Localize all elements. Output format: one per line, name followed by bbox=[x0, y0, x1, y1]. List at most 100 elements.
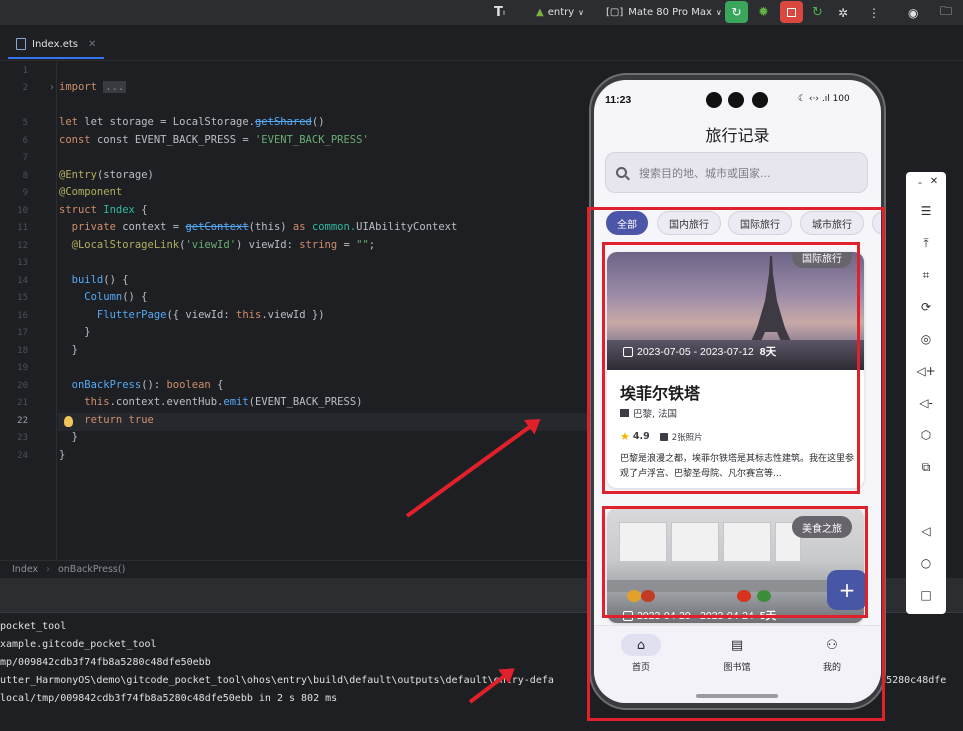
chevron-down-icon: ∨ bbox=[578, 8, 585, 17]
line-number: 18 bbox=[17, 346, 28, 356]
pin-top-icon[interactable]: ⤒ bbox=[906, 236, 946, 251]
line-number: 14 bbox=[17, 276, 28, 286]
code-line: @LocalStorageLink('viewId') viewId: stri… bbox=[59, 239, 376, 251]
breadcrumb-item[interactable]: Index bbox=[12, 564, 38, 575]
stop-icon bbox=[787, 7, 796, 17]
code-line: } bbox=[59, 344, 78, 356]
line-number: 16 bbox=[17, 311, 28, 321]
code-line: const const EVENT_BACK_PRESS = 'EVENT_BA… bbox=[59, 134, 369, 146]
breadcrumb: Index › onBackPress() bbox=[0, 560, 590, 578]
file-icon bbox=[16, 38, 26, 50]
code-line: import ... bbox=[59, 81, 127, 93]
page-title: 旅行记录 bbox=[705, 126, 770, 145]
code-line: this.context.eventHub.emit(EVENT_BACK_PR… bbox=[59, 396, 363, 408]
emulator-toolbar: - ✕ ☰ ⤒ ⌗ ⟳ ◎ ◁+ ◁- ⬡ ⧉ ◁ ○ □ bbox=[906, 172, 946, 614]
location-icon[interactable]: ◎ bbox=[906, 332, 946, 346]
search-icon bbox=[616, 167, 627, 178]
console-line: xample.gitcode_pocket_tool bbox=[0, 639, 157, 650]
stop-button[interactable] bbox=[780, 1, 803, 23]
line-number: 23 bbox=[17, 433, 28, 443]
ide-toolbar: Tı ▲ entry ∨ [▢] Mate 80 Pro Max ∨ ↻ ✹ ↻… bbox=[0, 0, 963, 25]
code-line: struct Index { bbox=[59, 204, 148, 216]
breadcrumb-item[interactable]: onBackPress() bbox=[58, 564, 125, 575]
highlight-box bbox=[602, 242, 860, 494]
line-number: 8 bbox=[22, 171, 28, 181]
line-number: 2 bbox=[22, 83, 28, 93]
line-number: 13 bbox=[17, 258, 28, 268]
tab-label: Index.ets bbox=[32, 38, 78, 50]
folder-icon[interactable]: 🗀 bbox=[940, 3, 952, 22]
code-line: onBackPress(): boolean { bbox=[59, 379, 224, 391]
chevron-down-icon: ∨ bbox=[715, 8, 722, 17]
line-number: 5 bbox=[22, 118, 28, 128]
device-label: Mate 80 Pro Max bbox=[628, 7, 712, 18]
console-line: utter_HarmonyOS\demo\gitcode_pocket_tool… bbox=[0, 675, 554, 686]
line-number: 15 bbox=[17, 293, 28, 303]
multi-screen-icon[interactable]: ⧉ bbox=[906, 460, 946, 475]
highlight-box bbox=[602, 506, 868, 618]
run-button[interactable]: ↻ bbox=[725, 1, 748, 23]
line-number: 17 bbox=[17, 328, 28, 338]
search-input[interactable]: 搜索目的地、城市或国家... bbox=[605, 152, 868, 193]
code-line: } bbox=[59, 431, 78, 443]
volume-down-icon[interactable]: ◁- bbox=[906, 396, 946, 410]
line-number: 9 bbox=[22, 188, 28, 198]
close-icon[interactable]: ✕ bbox=[914, 176, 954, 187]
home-button-icon[interactable]: ○ bbox=[906, 556, 946, 570]
recents-icon[interactable]: □ bbox=[906, 588, 946, 602]
camera-icon bbox=[706, 92, 722, 108]
code-line: } bbox=[59, 326, 91, 338]
code-line: return true bbox=[59, 414, 154, 426]
copilot-icon[interactable]: ◉ bbox=[908, 3, 918, 22]
module-label: entry bbox=[547, 7, 575, 18]
console-line: local/tmp/009842cdb3f74fb8a5280c48dfe50e… bbox=[0, 693, 338, 704]
more-icon[interactable]: ⋮ bbox=[868, 3, 880, 22]
chevron-right-icon: › bbox=[46, 564, 50, 575]
status-time: 11:23 bbox=[605, 94, 632, 106]
line-number: 10 bbox=[17, 206, 28, 216]
module-selector[interactable]: ▲ entry ∨ bbox=[536, 3, 584, 22]
line-number-gutter: 1 2 5 6 7 8 9 10 11 12 13 14 15 16 17 18… bbox=[0, 62, 57, 560]
console-line: mp/009842cdb3f74fb8a5280c48dfe50ebb bbox=[0, 657, 211, 668]
status-icons: ☾ ‹·› .ıl 100 bbox=[798, 94, 850, 104]
code-line: @Entry(storage) bbox=[59, 169, 154, 181]
module-icon: ▲ bbox=[536, 7, 544, 18]
crop-icon[interactable]: ⌗ bbox=[906, 268, 946, 283]
code-line: } bbox=[59, 449, 66, 461]
line-number: 12 bbox=[17, 241, 28, 251]
line-number: 7 bbox=[22, 153, 28, 163]
device-icon: [▢] bbox=[606, 7, 624, 18]
debug-button[interactable]: ✹ bbox=[758, 3, 769, 22]
line-number: 21 bbox=[17, 398, 28, 408]
code-line: let let storage = LocalStorage.getShared… bbox=[59, 116, 325, 128]
line-number: 20 bbox=[17, 381, 28, 391]
code-line: @Component bbox=[59, 186, 123, 198]
code-line: Column() { bbox=[59, 291, 148, 303]
back-icon[interactable]: ◁ bbox=[906, 524, 946, 538]
line-number: 6 bbox=[22, 136, 28, 146]
line-number: 11 bbox=[17, 223, 28, 233]
camera-icon bbox=[752, 92, 768, 108]
attach-debugger-icon[interactable]: ✲ bbox=[838, 3, 848, 22]
code-line: FlutterPage({ viewId: this.viewId }) bbox=[59, 309, 325, 321]
line-number: 19 bbox=[17, 363, 28, 373]
line-number: 24 bbox=[17, 451, 28, 461]
device-selector[interactable]: [▢] Mate 80 Pro Max ∨ bbox=[606, 3, 722, 22]
console-line: pocket_tool bbox=[0, 621, 67, 632]
search-placeholder: 搜索目的地、城市或国家... bbox=[639, 166, 771, 180]
volume-up-icon[interactable]: ◁+ bbox=[906, 364, 946, 378]
rotate-icon[interactable]: ⟳ bbox=[906, 300, 946, 314]
restart-icon: ↻ bbox=[731, 5, 742, 19]
text-format-icon[interactable]: Tı bbox=[494, 3, 505, 22]
line-number: 22 bbox=[17, 416, 28, 426]
close-icon[interactable]: ✕ bbox=[88, 39, 96, 50]
camera-icon bbox=[728, 92, 744, 108]
fold-icon[interactable]: ⬡ bbox=[906, 428, 946, 442]
tab-index-ets[interactable]: Index.ets ✕ bbox=[8, 31, 105, 59]
code-line: build() { bbox=[59, 274, 129, 286]
code-line: private context = getContext(this) as co… bbox=[59, 221, 458, 233]
menu-icon[interactable]: ☰ bbox=[906, 204, 946, 218]
apply-changes-button[interactable]: ↻ bbox=[812, 3, 823, 22]
editor-tabbar: Index.ets ✕ bbox=[0, 25, 963, 61]
fold-chevron-icon[interactable]: › bbox=[50, 82, 54, 93]
